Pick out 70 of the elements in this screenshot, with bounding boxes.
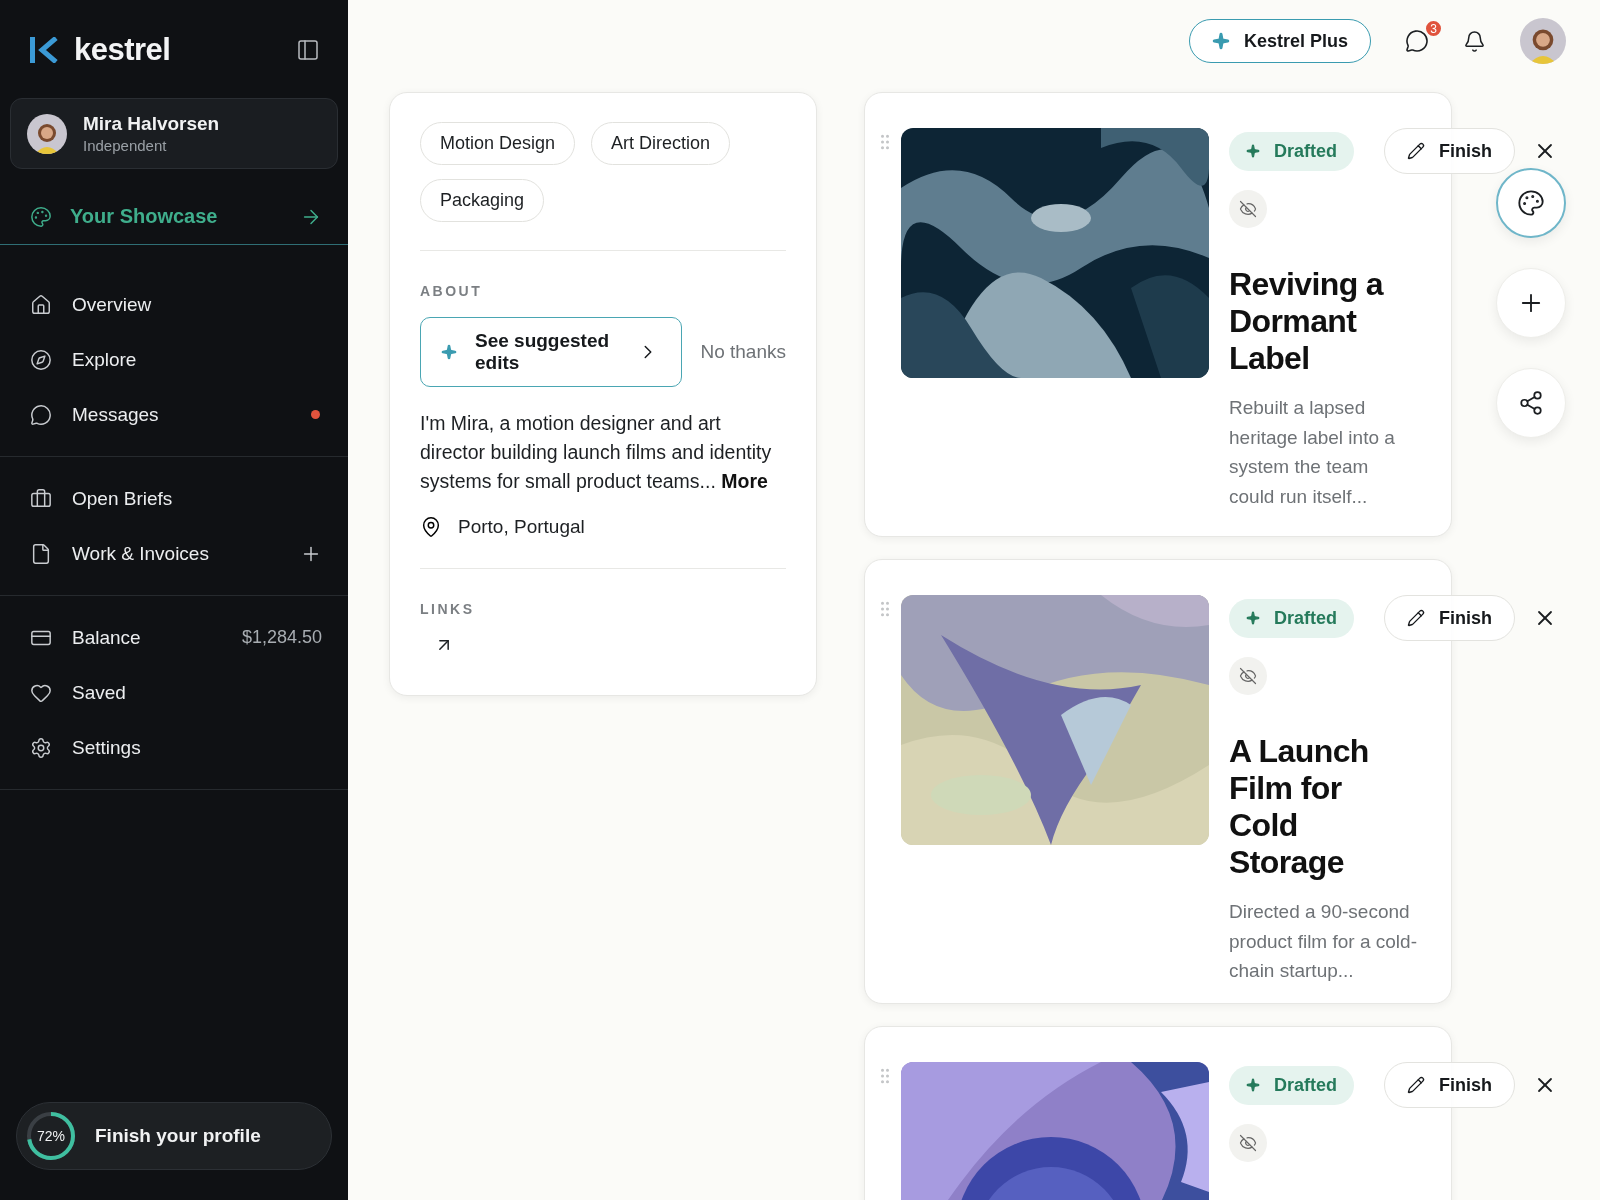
pencil-icon xyxy=(1407,609,1425,627)
project-title: A Launch Film for Cold Storage xyxy=(1229,733,1370,881)
sidebar-icon xyxy=(296,38,320,62)
message-count: 3 xyxy=(1424,19,1443,38)
nav-item[interactable]: Work & Invoices xyxy=(0,526,348,581)
location-text: Porto, Portugal xyxy=(458,516,585,538)
nav-item[interactable]: Explore xyxy=(0,332,348,387)
sparkle-icon xyxy=(1211,32,1230,50)
nav-item[interactable]: Open Briefs xyxy=(0,471,348,526)
dismiss-button[interactable]: No thanks xyxy=(700,341,786,363)
project-title: Reviving a Dormant Label xyxy=(1229,266,1385,377)
home-icon xyxy=(30,293,52,316)
avatar[interactable] xyxy=(1520,18,1566,64)
nav-item[interactable]: Messages xyxy=(0,387,348,442)
balance-amount: $1,284.50 xyxy=(241,627,322,648)
project-description: Directed a 90-second product film for a cold-chain startup... xyxy=(1229,900,1417,983)
unread-dot xyxy=(311,410,320,419)
section-heading: LINKS xyxy=(420,601,476,617)
status-pill: Drafted xyxy=(1229,131,1354,171)
sparkle-icon xyxy=(441,344,457,360)
settings-icon xyxy=(30,736,52,759)
upgrade-button[interactable]: Kestrel Plus xyxy=(1188,19,1371,63)
eye-off-icon xyxy=(1239,200,1257,218)
share-icon xyxy=(1518,390,1544,416)
suggested-edits-button[interactable]: See suggested edits xyxy=(420,317,683,387)
compass-icon xyxy=(30,348,52,371)
brand-name: kestrel xyxy=(74,32,171,68)
nav-item[interactable]: Balance $1,284.50 xyxy=(0,610,348,665)
showcase-link[interactable]: Your Showcase xyxy=(0,193,348,245)
nav-item[interactable]: Saved xyxy=(0,665,348,720)
bell-icon xyxy=(1463,29,1486,53)
finish-button[interactable]: Finish xyxy=(1384,128,1515,174)
chat-icon xyxy=(1405,29,1429,53)
pencil-icon xyxy=(1407,142,1425,160)
section-heading: ABOUT xyxy=(420,283,484,299)
account-card[interactable]: Mira Halvorsen Independent xyxy=(10,98,338,169)
user-role: Independent xyxy=(83,137,168,154)
briefcase-icon xyxy=(30,487,52,510)
sparkle-icon xyxy=(1246,611,1260,625)
progress-ring xyxy=(25,1110,77,1162)
status-pill: Drafted xyxy=(1229,598,1354,638)
file-icon xyxy=(30,542,52,565)
eye-off-icon xyxy=(1239,667,1257,685)
status-pill: Drafted xyxy=(1229,1065,1354,1105)
finish-button[interactable]: Finish xyxy=(1384,595,1515,641)
sparkle-icon xyxy=(1246,144,1260,158)
location-pin-icon xyxy=(420,516,442,538)
nav-item[interactable]: Overview xyxy=(0,277,348,332)
notifications-button[interactable] xyxy=(1463,29,1486,53)
nav-item[interactable]: Settings xyxy=(0,720,348,775)
finish-profile-button[interactable]: 72% Finish your profile xyxy=(16,1102,332,1170)
palette-icon xyxy=(1517,189,1545,217)
palette-icon xyxy=(30,205,52,228)
progress-reading: 72% xyxy=(37,1128,65,1144)
more-link[interactable]: More xyxy=(721,470,768,492)
project-description: Rebuilt a lapsed heritage label into a system the team could run itself... xyxy=(1229,396,1396,509)
finish-button[interactable]: Finish xyxy=(1384,1062,1515,1108)
visibility-toggle[interactable] xyxy=(1229,1124,1267,1162)
avatar[interactable] xyxy=(27,113,67,154)
sidebar-toggle[interactable] xyxy=(296,38,320,62)
pencil-icon xyxy=(1407,1076,1425,1094)
logo-icon xyxy=(30,37,58,63)
messages-button[interactable] xyxy=(1405,29,1429,53)
visibility-toggle[interactable] xyxy=(1229,657,1267,695)
bio-text: I'm Mira, a motion designer and art director building launch films and identity systems for small product teams... More xyxy=(420,411,773,494)
eye-off-icon xyxy=(1239,1134,1257,1152)
user-name: Mira Halvorsen xyxy=(83,113,220,135)
visibility-toggle[interactable] xyxy=(1229,190,1267,228)
chat-icon xyxy=(30,403,52,426)
sparkle-icon xyxy=(1246,1078,1260,1092)
